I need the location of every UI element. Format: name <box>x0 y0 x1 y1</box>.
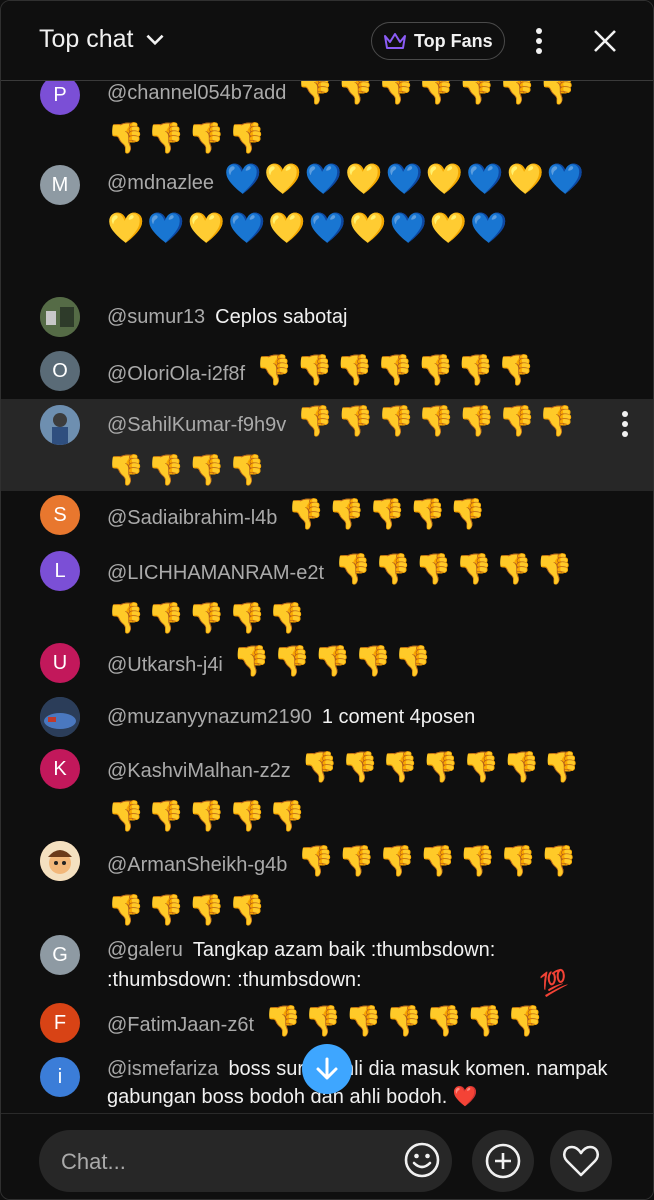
scroll-to-bottom-button[interactable] <box>302 1044 352 1094</box>
avatar: F <box>40 1003 80 1043</box>
chat-mode-label: Top chat <box>39 25 134 53</box>
top-fans-label: Top Fans <box>414 30 493 51</box>
avatar: M <box>40 165 80 205</box>
profile-photo <box>40 297 80 337</box>
message-text: 👎👎👎👎👎👎👎 <box>255 353 538 388</box>
avatar <box>40 405 80 445</box>
smiley-icon <box>404 1142 440 1178</box>
chat-message: U @Utkarsh-j4i 👎👎👎👎👎 <box>1 643 653 687</box>
arrow-down-icon <box>316 1057 338 1080</box>
heart-icon <box>562 1145 600 1177</box>
message-text: 👎👎👎👎👎 <box>232 644 435 679</box>
chat-message-hovered: @SahilKumar-f9h9v 👎👎👎👎👎👎👎👎👎👎👎 <box>1 399 653 491</box>
kebab-menu-icon <box>536 28 542 54</box>
message-author[interactable]: @FatimJaan-z6t <box>107 1014 254 1036</box>
avatar <box>40 297 80 337</box>
chat-message: M @mdnazlee 💙💛💙💛💙💛💙💛💙💛💙💛💙💛💙💛💙💛💙 <box>1 161 653 289</box>
message-author[interactable]: @OloriOla-i2f8f <box>107 363 245 385</box>
crown-icon <box>384 33 406 49</box>
avatar: U <box>40 643 80 683</box>
avatar: i <box>40 1057 80 1097</box>
message-author[interactable]: @KashviMalhan-z2z <box>107 760 291 782</box>
message-author[interactable]: @galeru <box>107 939 183 961</box>
chat-message: S @Sadiaibrahim-l4b 👎👎👎👎👎 <box>1 495 653 539</box>
avatar: L <box>40 551 80 591</box>
message-menu-button[interactable] <box>615 409 635 439</box>
message-author[interactable]: @LICHHAMANRAM-e2t <box>107 562 324 584</box>
kebab-menu-icon <box>622 411 628 437</box>
chat-input-placeholder: Chat... <box>61 1149 126 1174</box>
profile-photo <box>40 405 80 445</box>
message-text: 👎👎👎👎👎👎👎 <box>264 1004 547 1039</box>
message-text: Ceplos sabotaj <box>215 306 348 328</box>
avatar: O <box>40 351 80 391</box>
avatar: K <box>40 749 80 789</box>
message-author[interactable]: @Sadiaibrahim-l4b <box>107 507 277 529</box>
message-author[interactable]: @mdnazlee <box>107 172 214 194</box>
avatar <box>40 841 80 881</box>
chat-footer: Chat... <box>1 1113 653 1199</box>
chat-message: L @LICHHAMANRAM-e2t 👎👎👎👎👎👎👎👎👎👎👎 <box>1 549 653 641</box>
profile-photo <box>40 841 80 881</box>
message-author[interactable]: @ArmanSheikh-g4b <box>107 854 287 876</box>
chat-mode-dropdown[interactable]: Top chat <box>39 25 168 54</box>
profile-photo <box>40 697 80 737</box>
close-button[interactable] <box>589 25 621 57</box>
avatar: S <box>40 495 80 535</box>
chat-message: @sumur13 Ceplos sabotaj <box>1 297 653 339</box>
message-text: 👎👎👎👎👎 <box>287 497 490 532</box>
message-author[interactable]: @channel054b7add <box>107 82 286 104</box>
chat-message: O @OloriOla-i2f8f 👎👎👎👎👎👎👎 <box>1 351 653 395</box>
chat-message: @ArmanSheikh-g4b 👎👎👎👎👎👎👎👎👎👎👎 <box>1 841 653 933</box>
like-button[interactable] <box>550 1130 612 1192</box>
message-author[interactable]: @muzanyynazum2190 <box>107 706 312 728</box>
message-author[interactable]: @SahilKumar-f9h9v <box>107 414 286 436</box>
message-author[interactable]: @Utkarsh-j4i <box>107 654 223 676</box>
top-fans-button[interactable]: Top Fans <box>371 22 505 60</box>
chat-message: K @KashviMalhan-z2z 👎👎👎👎👎👎👎👎👎👎👎👎 <box>1 749 653 841</box>
live-chat-panel: Top chat Top Fans P @channel054b7add 👎👎👎👎… <box>0 0 654 1200</box>
avatar: P <box>40 81 80 115</box>
avatar: G <box>40 935 80 975</box>
chat-messages-list[interactable]: P @channel054b7add 👎👎👎👎👎👎👎👎👎👎👎 M @mdnazle… <box>1 81 653 1113</box>
chat-input[interactable]: Chat... <box>39 1130 452 1192</box>
avatar <box>40 697 80 737</box>
message-text: 1 coment 4posen <box>321 706 476 728</box>
chat-message: P @channel054b7add 👎👎👎👎👎👎👎👎👎👎👎 <box>1 81 653 157</box>
add-button[interactable] <box>472 1130 534 1192</box>
plus-circle-icon <box>485 1143 521 1179</box>
chevron-down-icon <box>146 34 164 45</box>
more-options-button[interactable] <box>527 25 551 57</box>
chat-message: @muzanyynazum2190 1 coment 4posen <box>1 697 653 739</box>
emoji-picker-button[interactable] <box>403 1141 441 1179</box>
close-icon <box>594 30 616 52</box>
chat-message: F @FatimJaan-z6t 👎👎👎👎👎👎👎 <box>1 1001 653 1045</box>
chat-header: Top chat Top Fans <box>1 1 653 81</box>
message-author[interactable]: @ismefariza <box>107 1058 218 1080</box>
message-author[interactable]: @sumur13 <box>107 306 205 328</box>
